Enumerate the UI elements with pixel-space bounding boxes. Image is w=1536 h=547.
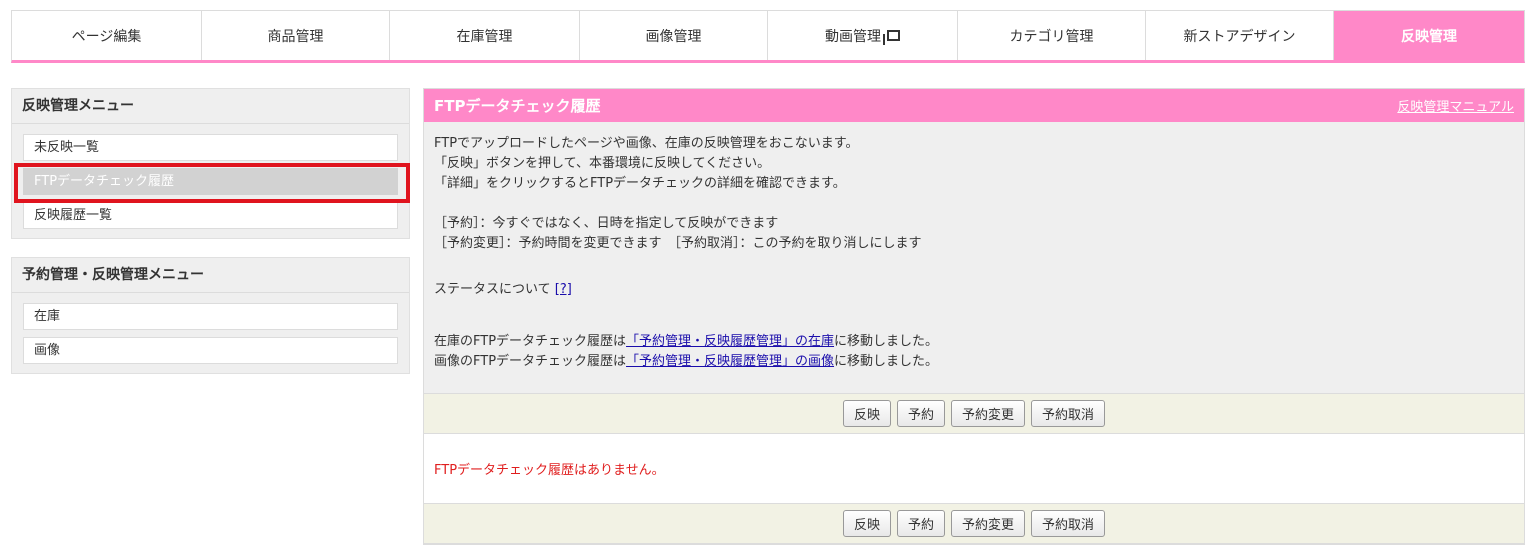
desc-line: ［予約変更］：予約時間を変更できます ［予約取消］：この予約を取り消しにします [434,236,922,251]
description-area: FTPでアップロードしたページや画像、在庫の反映管理をおこないます。 「反映」ボ… [424,122,1524,394]
tab-reflection-management[interactable]: 反映管理 [1334,11,1524,60]
tab-product-management[interactable]: 商品管理 [202,11,390,60]
desc-line: ［予約］：今すぐではなく、日時を指定して反映ができます [434,216,779,231]
reflect-button[interactable]: 反映 [842,400,891,427]
move-notice-inventory: 在庫のFTPデータチェック履歴は「予約管理・反映履歴管理」の在庫に移動しました。 [434,332,1514,352]
inventory-history-link[interactable]: 「予約管理・反映履歴管理」の在庫 [626,334,834,349]
tab-new-store-design[interactable]: 新ストアデザイン [1146,11,1334,60]
reserve-button[interactable]: 予約 [896,510,945,537]
main-header: FTPデータチェック履歴 反映管理マニュアル [424,89,1524,122]
sidebar-item-unreflected-list[interactable]: 未反映一覧 [23,134,398,161]
tab-label: 反映管理 [1401,28,1457,45]
tab-inventory-management[interactable]: 在庫管理 [390,11,580,60]
manual-link[interactable]: 反映管理マニュアル [1397,96,1514,115]
move-notice-suffix: に移動しました。 [834,354,939,369]
reflection-menu: 反映管理メニュー 未反映一覧 FTPデータチェック履歴 反映履歴一覧 [11,88,410,239]
sidebar-item-reflection-history-list[interactable]: 反映履歴一覧 [23,202,398,229]
tab-image-management[interactable]: 画像管理 [580,11,768,60]
tab-label: 画像管理 [645,28,702,45]
main-panel: FTPデータチェック履歴 反映管理マニュアル FTPでアップロードしたページや画… [423,88,1525,545]
reservation-menu-items: 在庫 画像 [12,293,409,373]
move-notice-image: 画像のFTPデータチェック履歴は「予約管理・反映履歴管理」の画像に移動しました。 [434,352,1514,372]
page-title: FTPデータチェック履歴 [434,97,601,115]
cancel-reservation-button[interactable]: 予約取消 [1031,400,1106,427]
tab-label: 動画管理 [825,28,881,45]
tab-page-edit[interactable]: ページ編集 [12,11,202,60]
action-buttons-bottom: 反映 予約 予約変更 予約取消 [424,504,1524,544]
image-history-link[interactable]: 「予約管理・反映履歴管理」の画像 [626,354,834,369]
tab-video-management[interactable]: 動画管理 [768,11,958,60]
status-info: ステータスについて [?] [434,280,1514,300]
move-notice-prefix: 画像のFTPデータチェック履歴は [434,354,627,369]
top-navigation: ページ編集 商品管理 在庫管理 画像管理 動画管理 カテゴリ管理 新ストアデザイ… [11,10,1525,63]
tab-label: 新ストアデザイン [1183,28,1296,45]
cancel-reservation-button[interactable]: 予約取消 [1031,510,1106,537]
status-text: ステータスについて [434,282,551,297]
empty-message: FTPデータチェック履歴はありません。 [424,434,1524,504]
tab-label: 在庫管理 [456,28,513,45]
reservation-menu-title: 予約管理・反映管理メニュー [12,258,409,293]
desc-line: 「反映」ボタンを押して、本番環境に反映してください。 [434,156,771,171]
sidebar-item-inventory[interactable]: 在庫 [23,303,398,330]
reservation-reflection-menu: 予約管理・反映管理メニュー 在庫 画像 [11,257,410,374]
move-notice-prefix: 在庫のFTPデータチェック履歴は [434,334,627,349]
change-reservation-button[interactable]: 予約変更 [951,400,1026,427]
external-window-icon [883,30,900,45]
tab-category-management[interactable]: カテゴリ管理 [958,11,1146,60]
tab-label: 商品管理 [267,28,324,45]
action-buttons-top: 反映 予約 予約変更 予約取消 [424,394,1524,434]
change-reservation-button[interactable]: 予約変更 [951,510,1026,537]
reserve-button[interactable]: 予約 [896,400,945,427]
tab-label: ページ編集 [71,28,142,45]
desc-line: 「詳細」をクリックするとFTPデータチェックの詳細を確認できます。 [434,176,846,191]
sidebar-item-ftp-data-check-history[interactable]: FTPデータチェック履歴 [23,168,398,195]
desc-line: FTPでアップロードしたページや画像、在庫の反映管理をおこないます。 [434,136,859,151]
sidebar-item-image[interactable]: 画像 [23,337,398,364]
reflection-menu-items: 未反映一覧 FTPデータチェック履歴 反映履歴一覧 [12,124,409,238]
status-help-link[interactable]: [?] [555,282,572,297]
tab-label: カテゴリ管理 [1009,28,1094,45]
move-notice-suffix: に移動しました。 [834,334,939,349]
reflection-menu-title: 反映管理メニュー [12,89,409,124]
reflect-button[interactable]: 反映 [842,510,891,537]
